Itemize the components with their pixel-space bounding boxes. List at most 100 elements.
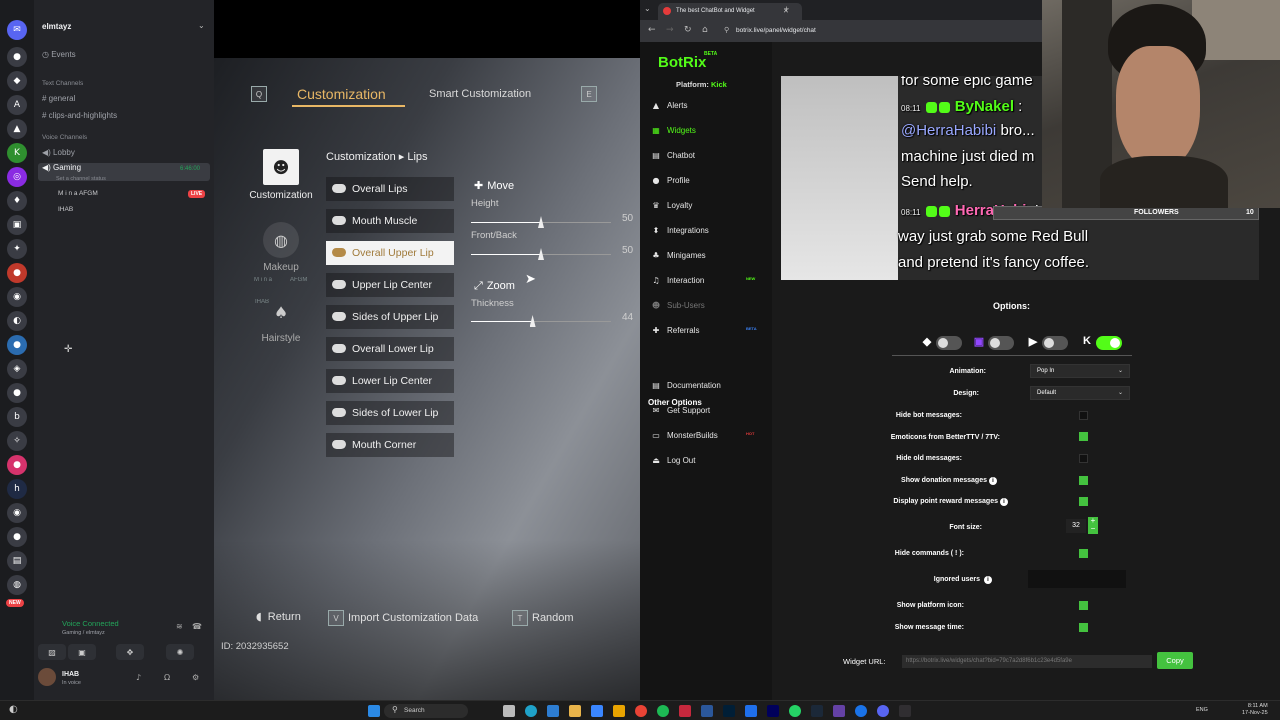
toggle-switch[interactable]	[1096, 336, 1122, 350]
chrome-icon[interactable]	[635, 705, 647, 717]
key-q[interactable]: Q	[251, 86, 267, 102]
nav-get-support[interactable]: ✉ Get Support	[640, 402, 766, 420]
server-icon[interactable]: K	[7, 143, 27, 163]
app-icon[interactable]	[547, 705, 559, 717]
server-icon[interactable]: ◉	[7, 503, 27, 523]
server-icon[interactable]: h	[7, 479, 27, 499]
server-icon[interactable]: ●	[7, 527, 27, 547]
server-icon[interactable]: ♦	[7, 191, 27, 211]
discord-icon[interactable]	[877, 705, 889, 717]
headphones-icon[interactable]: Ω	[164, 673, 170, 682]
show-donation-messages-checkbox[interactable]	[1079, 476, 1088, 485]
server-icon[interactable]: ✧	[7, 431, 27, 451]
server-icon[interactable]: ●	[7, 455, 27, 475]
info-icon[interactable]: i	[984, 576, 992, 584]
key-e[interactable]: E	[581, 86, 597, 102]
face-icon[interactable]: ☻	[263, 149, 299, 185]
channel-general[interactable]: # general	[42, 94, 75, 103]
botrix-logo[interactable]: BotRix	[658, 54, 706, 71]
disconnect-icon[interactable]: ☎	[192, 622, 202, 631]
toggle-switch[interactable]	[1042, 336, 1068, 350]
screen-share-icon[interactable]: ▣	[68, 644, 96, 660]
nav-sub-users[interactable]: ☻ Sub-Users	[640, 297, 766, 315]
import-customization-action[interactable]: V Import Customization Data	[328, 610, 478, 626]
return-action[interactable]: ◖ Return	[256, 610, 301, 623]
nav-referrals[interactable]: ✚ Referrals BETA	[640, 322, 766, 340]
site-info-icon[interactable]: ⚲	[724, 26, 729, 34]
display-point-reward-checkbox[interactable]	[1079, 497, 1088, 506]
server-icon[interactable]: ◈	[7, 359, 27, 379]
nav-profile[interactable]: ● Profile	[640, 172, 766, 190]
server-icon[interactable]: ●	[7, 335, 27, 355]
server-icon[interactable]: ●	[7, 47, 27, 67]
server-icon[interactable]: ▲	[7, 119, 27, 139]
nav-loyalty[interactable]: ♛ Loyalty	[640, 197, 766, 215]
option-overall-lower-lip[interactable]: Overall Lower Lip	[326, 337, 454, 361]
server-icon[interactable]: ◎	[7, 167, 27, 187]
reload-icon[interactable]: ↻	[684, 25, 692, 35]
edge-icon[interactable]	[525, 705, 537, 717]
hide-old-messages-checkbox[interactable]	[1079, 454, 1088, 463]
voice-user[interactable]: M i n a AFGM	[58, 190, 98, 197]
tab-customization[interactable]: Customization	[297, 86, 386, 102]
server-icon[interactable]: b	[7, 407, 27, 427]
option-mouth-corner[interactable]: Mouth Corner	[326, 433, 454, 457]
nav-minigames[interactable]: ♣ Minigames	[640, 247, 766, 265]
toggle-switch[interactable]	[988, 336, 1014, 350]
photoshop-icon[interactable]	[723, 705, 735, 717]
server-icon[interactable]: ▣	[7, 215, 27, 235]
hide-bot-messages-checkbox[interactable]	[1079, 411, 1088, 420]
front-back-slider[interactable]	[471, 248, 611, 260]
random-action[interactable]: T Random	[512, 610, 574, 626]
category-makeup[interactable]: Makeup	[241, 262, 321, 273]
option-sides-of-lower-lip[interactable]: Sides of Lower Lip	[326, 401, 454, 425]
emoticons-checkbox[interactable]	[1079, 432, 1088, 441]
font-size-stepper[interactable]: + −	[1088, 517, 1098, 534]
activities-icon[interactable]: ✥	[116, 644, 144, 660]
whatsapp-icon[interactable]	[789, 705, 801, 717]
category-customization[interactable]: Customization	[241, 190, 321, 201]
forward-icon[interactable]: →	[666, 25, 674, 35]
noise-suppression-icon[interactable]: ≋	[176, 622, 183, 631]
voice-channel-lobby[interactable]: ◀) Lobby	[42, 148, 75, 157]
new-tab-icon[interactable]: +	[784, 4, 789, 14]
option-sides-of-upper-lip[interactable]: Sides of Upper Lip	[326, 305, 454, 329]
events-link[interactable]: ◷ Events	[42, 50, 76, 59]
server-icon[interactable]: A	[7, 95, 27, 115]
word-icon[interactable]	[701, 705, 713, 717]
info-icon[interactable]: i	[989, 477, 997, 485]
app-icon[interactable]	[745, 705, 757, 717]
text-channels-category[interactable]: Text Channels	[42, 80, 83, 87]
windows-start-icon[interactable]	[368, 705, 380, 717]
obs-icon[interactable]	[899, 705, 911, 717]
app-icon[interactable]	[591, 705, 603, 717]
show-platform-icon-checkbox[interactable]	[1079, 601, 1088, 610]
toggle-switch[interactable]	[936, 336, 962, 350]
language-indicator[interactable]: ENG	[1196, 707, 1208, 713]
voice-connected-status[interactable]: Voice Connected	[62, 619, 119, 628]
copy-button[interactable]: Copy	[1157, 652, 1193, 669]
option-overall-upper-lip[interactable]: Overall Upper Lip	[326, 241, 454, 265]
file-explorer-icon[interactable]	[569, 705, 581, 717]
font-size-input[interactable]: 32	[1066, 519, 1086, 533]
widgets-icon[interactable]: ◐	[9, 704, 18, 715]
show-message-time-checkbox[interactable]	[1079, 623, 1088, 632]
user-name[interactable]: IHAB	[62, 671, 79, 678]
breadcrumb-root[interactable]: Customization	[326, 151, 396, 163]
nav-log-out[interactable]: ⏏ Log Out	[640, 452, 766, 470]
server-icon[interactable]: ◉	[7, 287, 27, 307]
server-icon[interactable]: ◆	[7, 71, 27, 91]
info-icon[interactable]: i	[1000, 498, 1008, 506]
soundboard-icon[interactable]: ✺	[166, 644, 194, 660]
channel-status[interactable]: Set a channel status	[56, 176, 106, 182]
nav-monsterbuilds[interactable]: ▭ MonsterBuilds HOT	[640, 427, 766, 445]
voice-channels-category[interactable]: Voice Channels	[42, 134, 87, 141]
option-overall-lips[interactable]: Overall Lips	[326, 177, 454, 201]
option-lower-lip-center[interactable]: Lower Lip Center	[326, 369, 454, 393]
app-icon[interactable]	[833, 705, 845, 717]
nav-documentation[interactable]: ▤ Documentation	[640, 377, 766, 395]
server-icon[interactable]: ◐	[7, 311, 27, 331]
task-view-icon[interactable]	[503, 705, 515, 717]
url-field[interactable]: botrix.live/panel/widget/chat	[736, 27, 816, 34]
voice-user[interactable]: IHAB	[58, 206, 73, 213]
